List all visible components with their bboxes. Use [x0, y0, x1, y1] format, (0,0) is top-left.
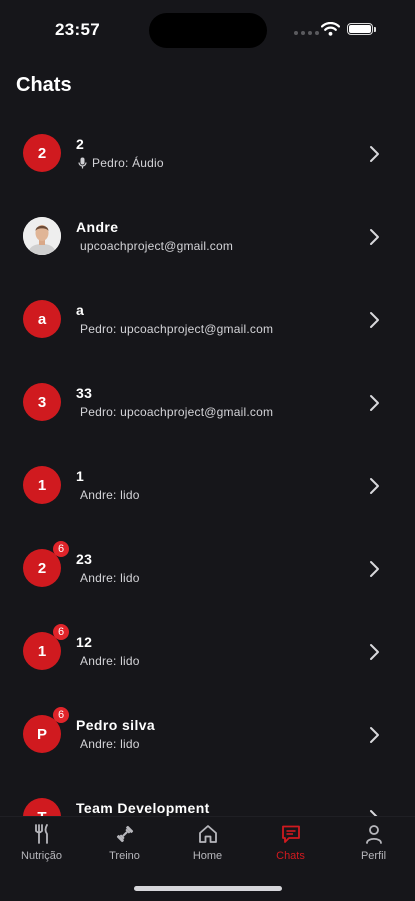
chat-item[interactable]: 2 6 23 Andre: lido [0, 525, 415, 608]
unread-badge: 6 [53, 624, 69, 640]
chat-item[interactable]: T Team Development [0, 774, 415, 816]
avatar: 2 [23, 134, 61, 172]
chat-icon [249, 823, 332, 845]
chat-item[interactable]: P 6 Pedro silva Andre: lido [0, 691, 415, 774]
chat-preview-text: Pedro: Áudio [92, 156, 164, 170]
dynamic-island [149, 13, 267, 48]
chat-name: 1 [76, 468, 85, 484]
status-bar: 23:57 [0, 0, 415, 60]
battery-icon [347, 23, 373, 35]
chevron-right-icon[interactable] [368, 145, 380, 168]
tab-chats[interactable]: Chats [249, 823, 332, 862]
tab-label: Nutrição [21, 850, 62, 862]
chat-preview: Andre: lido [80, 571, 140, 585]
mic-icon [78, 157, 87, 172]
person-icon [332, 823, 415, 845]
avatar: 1 [23, 466, 61, 504]
tab-label: Chats [276, 850, 305, 862]
chat-name: Andre [76, 219, 119, 235]
chat-item[interactable]: 2 2 Pedro: Áudio [0, 110, 415, 193]
avatar: 3 [23, 383, 61, 421]
chevron-right-icon[interactable] [368, 809, 380, 816]
chat-preview: upcoachproject@gmail.com [80, 239, 234, 253]
chat-preview: Andre: lido [80, 737, 140, 751]
chat-list[interactable]: 2 2 Pedro: Áudio Andre upcoachproject@gmail.… [0, 110, 415, 816]
unread-badge: 6 [53, 707, 69, 723]
avatar: T [23, 798, 61, 816]
chat-name: Team Development [76, 800, 210, 816]
status-time: 23:57 [55, 20, 100, 39]
chevron-right-icon[interactable] [368, 477, 380, 500]
chat-preview: Pedro: upcoachproject@gmail.com [80, 405, 274, 419]
chat-preview: Andre: lido [80, 488, 140, 502]
home-indicator [134, 886, 282, 891]
tab-treino[interactable]: Treino [83, 823, 166, 862]
tab-label: Home [192, 850, 223, 862]
chevron-right-icon[interactable] [368, 394, 380, 417]
unread-badge: 6 [53, 541, 69, 557]
home-icon [166, 823, 249, 845]
chat-name: 12 [76, 634, 93, 650]
chat-name: 33 [76, 385, 93, 401]
chevron-right-icon[interactable] [368, 643, 380, 666]
chevron-right-icon[interactable] [368, 311, 380, 334]
chevron-right-icon[interactable] [368, 726, 380, 749]
wifi-icon [321, 22, 340, 36]
chevron-right-icon[interactable] [368, 228, 380, 251]
avatar: a [23, 300, 61, 338]
page-title: Chats [16, 74, 72, 96]
fork-knife-icon [0, 823, 83, 845]
cellular-signal-icon [294, 31, 319, 35]
tab-label: Treino [109, 850, 140, 862]
battery-tip [374, 27, 376, 32]
chat-preview: Pedro: upcoachproject@gmail.com [80, 322, 274, 336]
chat-name: 23 [76, 551, 93, 567]
chat-name: a [76, 302, 85, 318]
chevron-right-icon[interactable] [368, 560, 380, 583]
tab-label: Perfil [360, 850, 387, 862]
chat-preview: Pedro: Áudio [78, 156, 164, 172]
chat-name: Pedro silva [76, 717, 156, 733]
chat-preview: Andre: lido [80, 654, 140, 668]
tab-nutricao[interactable]: Nutrição [0, 823, 83, 862]
avatar [23, 217, 61, 255]
tab-home[interactable]: Home [166, 823, 249, 862]
chat-item[interactable]: 1 1 Andre: lido [0, 442, 415, 525]
dumbbell-icon [83, 823, 166, 845]
chat-item[interactable]: 1 6 12 Andre: lido [0, 608, 415, 691]
tab-perfil[interactable]: Perfil [332, 823, 415, 862]
chat-item[interactable]: 3 33 Pedro: upcoachproject@gmail.com [0, 359, 415, 442]
chat-item[interactable]: a a Pedro: upcoachproject@gmail.com [0, 276, 415, 359]
chat-name: 2 [76, 136, 85, 152]
chat-item[interactable]: Andre upcoachproject@gmail.com [0, 193, 415, 276]
